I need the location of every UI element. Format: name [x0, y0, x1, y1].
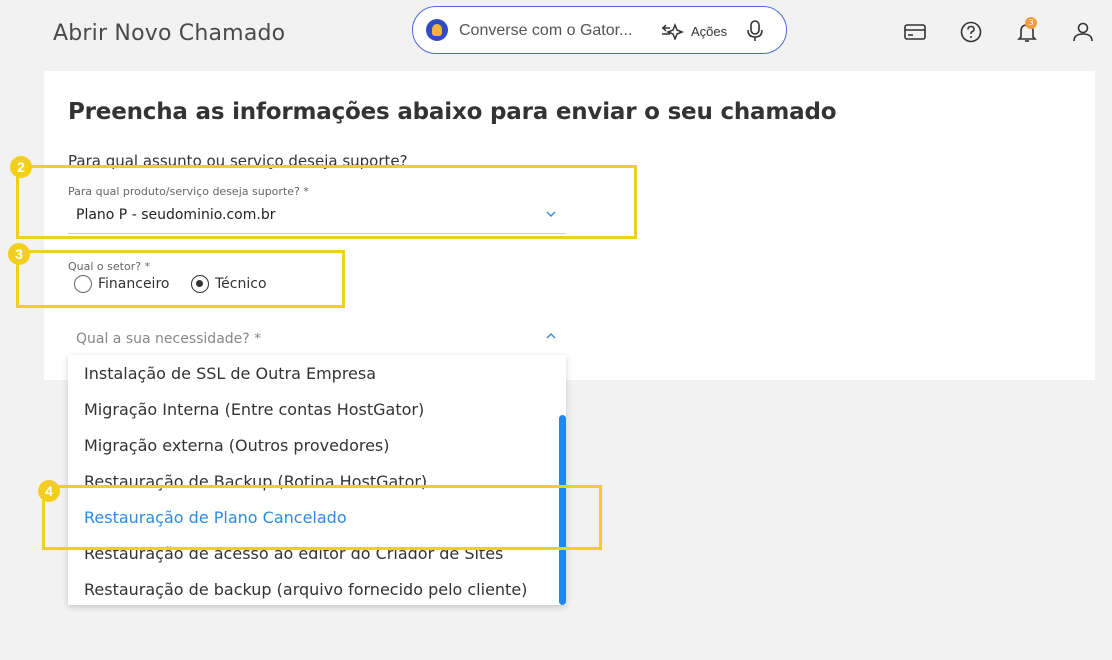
step-badge-3: 3: [8, 243, 30, 265]
highlight-box-sector: [16, 250, 345, 308]
sparkle-arrows-icon: [661, 22, 685, 40]
gator-chat-placeholder: Converse com o Gator...: [459, 22, 633, 39]
help-icon[interactable]: [959, 20, 983, 44]
need-dropdown-list[interactable]: Instalação de SSL de Outra Empresa Migra…: [68, 355, 566, 605]
page-title: Abrir Novo Chamado: [53, 21, 286, 46]
chevron-up-icon: [546, 333, 556, 339]
credit-card-icon[interactable]: [903, 20, 927, 44]
need-select[interactable]: Qual a sua necessidade? *: [68, 323, 566, 355]
dropdown-option[interactable]: Migração Interna (Entre contas HostGator…: [84, 400, 424, 419]
dropdown-option[interactable]: Migração externa (Outros provedores): [84, 436, 390, 455]
actions-button[interactable]: Ações: [661, 19, 727, 43]
dropdown-option[interactable]: Instalação de SSL de Outra Empresa: [84, 364, 376, 383]
need-select-label: Qual a sua necessidade? *: [76, 331, 262, 347]
highlight-box-product: [16, 165, 637, 239]
user-icon[interactable]: [1071, 20, 1095, 44]
highlight-box-option: [42, 485, 602, 550]
notification-badge: 3: [1025, 17, 1037, 29]
notifications-button[interactable]: 3: [1015, 17, 1039, 44]
step-badge-2: 2: [10, 156, 32, 178]
dropdown-option[interactable]: Restauração de backup (arquivo fornecido…: [84, 580, 527, 599]
gator-avatar-icon: [426, 19, 448, 41]
microphone-icon[interactable]: [745, 19, 765, 43]
step-badge-4: 4: [38, 480, 60, 502]
form-heading: Preencha as informações abaixo para envi…: [68, 99, 837, 125]
actions-label: Ações: [691, 23, 728, 39]
top-header: Abrir Novo Chamado Converse com o Gator.…: [0, 0, 1112, 66]
gator-chat-input[interactable]: Converse com o Gator... Ações: [412, 6, 787, 54]
